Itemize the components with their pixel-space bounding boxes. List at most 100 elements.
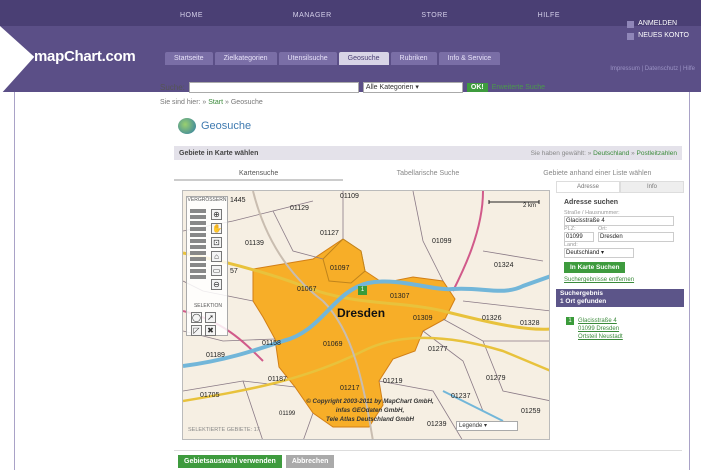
polygon-select-icon[interactable]: ◸: [191, 325, 202, 336]
postcode-label: 57: [230, 268, 238, 275]
nav-store[interactable]: STORE: [421, 12, 448, 19]
tab-startseite[interactable]: Startseite: [165, 52, 213, 65]
square-icon: [627, 32, 635, 40]
scale-bar: 2 km: [487, 200, 542, 210]
tab-liste[interactable]: Gebiete anhand einer Liste wählen: [513, 168, 682, 181]
top-navigation: HOME MANAGER STORE HILFE: [180, 12, 560, 19]
breadcrumb: Sie sind hier: » Start » Geosuche: [160, 99, 263, 106]
postcode-label: 01279: [486, 375, 506, 382]
zoom-level-bar[interactable]: [190, 239, 206, 243]
selection-info: Sie haben gewählt: » Deutschland » Postl…: [530, 149, 677, 157]
zoom-level-bar[interactable]: [190, 215, 206, 219]
city-label: Dresden: [337, 306, 386, 320]
map-search-button[interactable]: In Karte Suchen: [564, 262, 626, 273]
pointer-select-icon[interactable]: ➚: [205, 312, 216, 323]
category-select[interactable]: Alle Kategorien ▾: [362, 82, 463, 93]
postcode-label: 01097: [330, 265, 350, 272]
postcode-label: 01219: [383, 378, 403, 385]
clear-results-link[interactable]: Suchergebnisse entfernen: [564, 277, 684, 283]
breadcrumb-home[interactable]: Start: [208, 99, 223, 106]
pan-hand-icon[interactable]: ✋: [211, 223, 222, 234]
panel-title: Adresse suchen: [564, 199, 619, 206]
address-panel: Adresse Info Adresse suchen Straße / Hau…: [556, 181, 684, 443]
country-select[interactable]: Deutschland ▾: [564, 248, 634, 258]
use-selection-button[interactable]: Gebietsauswahl verwenden: [178, 455, 282, 468]
page-title: Geosuche: [178, 118, 251, 134]
postcode-label: 01069: [323, 341, 343, 348]
tab-info[interactable]: Info: [620, 181, 684, 193]
plz-ort-inputs: 01099 Dresden: [564, 232, 684, 242]
location-marker[interactable]: 1: [358, 286, 367, 295]
link-deutschland[interactable]: Deutschland: [593, 150, 629, 157]
result-item[interactable]: 1 Glacisstraße 4 01099 Dresden Ortsteil …: [566, 317, 684, 341]
tab-adresse[interactable]: Adresse: [556, 181, 620, 193]
postcode-label: 1445: [230, 197, 246, 204]
street-input[interactable]: Glacisstraße 4: [564, 216, 674, 226]
trash-icon[interactable]: ✖: [205, 325, 216, 336]
map-copyright: © Copyright 2003-2011 by MapChart GmbH, …: [306, 398, 434, 423]
divider: [174, 450, 682, 451]
panel-tabs: Adresse Info: [556, 181, 684, 193]
section-header: Gebiete in Karte wählen Sie haben gewähl…: [174, 146, 682, 160]
postcode-label: 01139: [245, 240, 264, 247]
search-input[interactable]: [188, 82, 359, 93]
search-mode-tabs: Kartensuche Tabellarische Suche Gebiete …: [174, 168, 682, 181]
zoom-in-icon[interactable]: ⊕: [211, 209, 222, 220]
postcode-label: 01067: [297, 286, 317, 293]
utility-links[interactable]: Impressum | Datenschutz | Hilfe: [610, 66, 695, 72]
account-links: ANMELDEN NEUES KONTO: [627, 18, 689, 42]
zoom-out-icon[interactable]: ⊖: [211, 279, 222, 290]
cancel-button[interactable]: Abbrechen: [285, 455, 335, 468]
logo[interactable]: mapChart.com: [34, 48, 136, 65]
search-bar: Suche: Alle Kategorien ▾ OK! Erweiterte …: [160, 82, 545, 93]
postcode-label: 01189: [206, 352, 225, 359]
nav-manager[interactable]: MANAGER: [293, 12, 332, 19]
zoom-level-bar[interactable]: [190, 275, 206, 279]
postcode-label: 01127: [320, 230, 339, 237]
ort-input[interactable]: Dresden: [598, 232, 674, 242]
postcode-label: 01109: [340, 193, 359, 200]
result-marker-icon: 1: [566, 317, 574, 325]
extended-search-link[interactable]: Erweiterte Suche: [492, 84, 545, 91]
postcode-label: 01328: [520, 320, 540, 327]
tab-zielkategorien[interactable]: Zielkategorien: [214, 52, 277, 65]
zoom-level-bar[interactable]: [190, 269, 206, 273]
login-link[interactable]: ANMELDEN: [627, 18, 689, 30]
nav-home[interactable]: HOME: [180, 12, 203, 19]
zoom-level-bar[interactable]: [190, 245, 206, 249]
lasso-select-icon[interactable]: ◯: [191, 312, 202, 323]
result-address[interactable]: Glacisstraße 4 01099 Dresden Ortsteil Ne…: [578, 317, 623, 341]
tab-tabellarische-suche[interactable]: Tabellarische Suche: [343, 168, 512, 181]
zoom-level-bar[interactable]: [190, 257, 206, 261]
home-icon[interactable]: ⌂: [211, 251, 222, 262]
globe-icon: [178, 118, 196, 134]
zoom-level-bar[interactable]: [190, 233, 206, 237]
zoom-level-bar[interactable]: [190, 221, 206, 225]
postcode-label: 01277: [428, 346, 448, 353]
postcode-label: 01324: [494, 262, 514, 269]
postcode-label: 01309: [413, 315, 433, 322]
result-header: Suchergebnis 1 Ort gefunden: [556, 289, 684, 307]
postcode-label: 01259: [521, 408, 541, 415]
ok-button[interactable]: OK!: [466, 83, 488, 92]
tab-info-service[interactable]: Info & Service: [438, 52, 501, 65]
square-icon: [627, 20, 635, 28]
new-account-link[interactable]: NEUES KONTO: [627, 30, 689, 42]
zoom-box-icon[interactable]: ⊡: [211, 237, 222, 248]
zoom-level-bar[interactable]: [190, 263, 206, 267]
tab-rubriken[interactable]: Rubriken: [390, 52, 437, 65]
postcode-label: 01099: [432, 238, 452, 245]
zoom-level-bar[interactable]: [190, 251, 206, 255]
zoom-level-bar[interactable]: [190, 209, 206, 213]
nav-help[interactable]: HILFE: [538, 12, 560, 19]
ruler-icon[interactable]: ▭: [211, 265, 222, 276]
tab-geosuche[interactable]: Geosuche: [338, 52, 389, 65]
tab-utensilsuche[interactable]: Utensilsuche: [278, 52, 337, 65]
legend-select[interactable]: Legende ▾: [456, 421, 518, 431]
zoom-level-bar[interactable]: [190, 227, 206, 231]
link-postleitzahlen[interactable]: Postleitzahlen: [637, 150, 677, 157]
tab-kartensuche[interactable]: Kartensuche: [174, 168, 344, 181]
postcode-label: 01326: [482, 315, 502, 322]
plz-input[interactable]: 01099: [564, 232, 594, 242]
breadcrumb-current: Geosuche: [230, 99, 263, 106]
